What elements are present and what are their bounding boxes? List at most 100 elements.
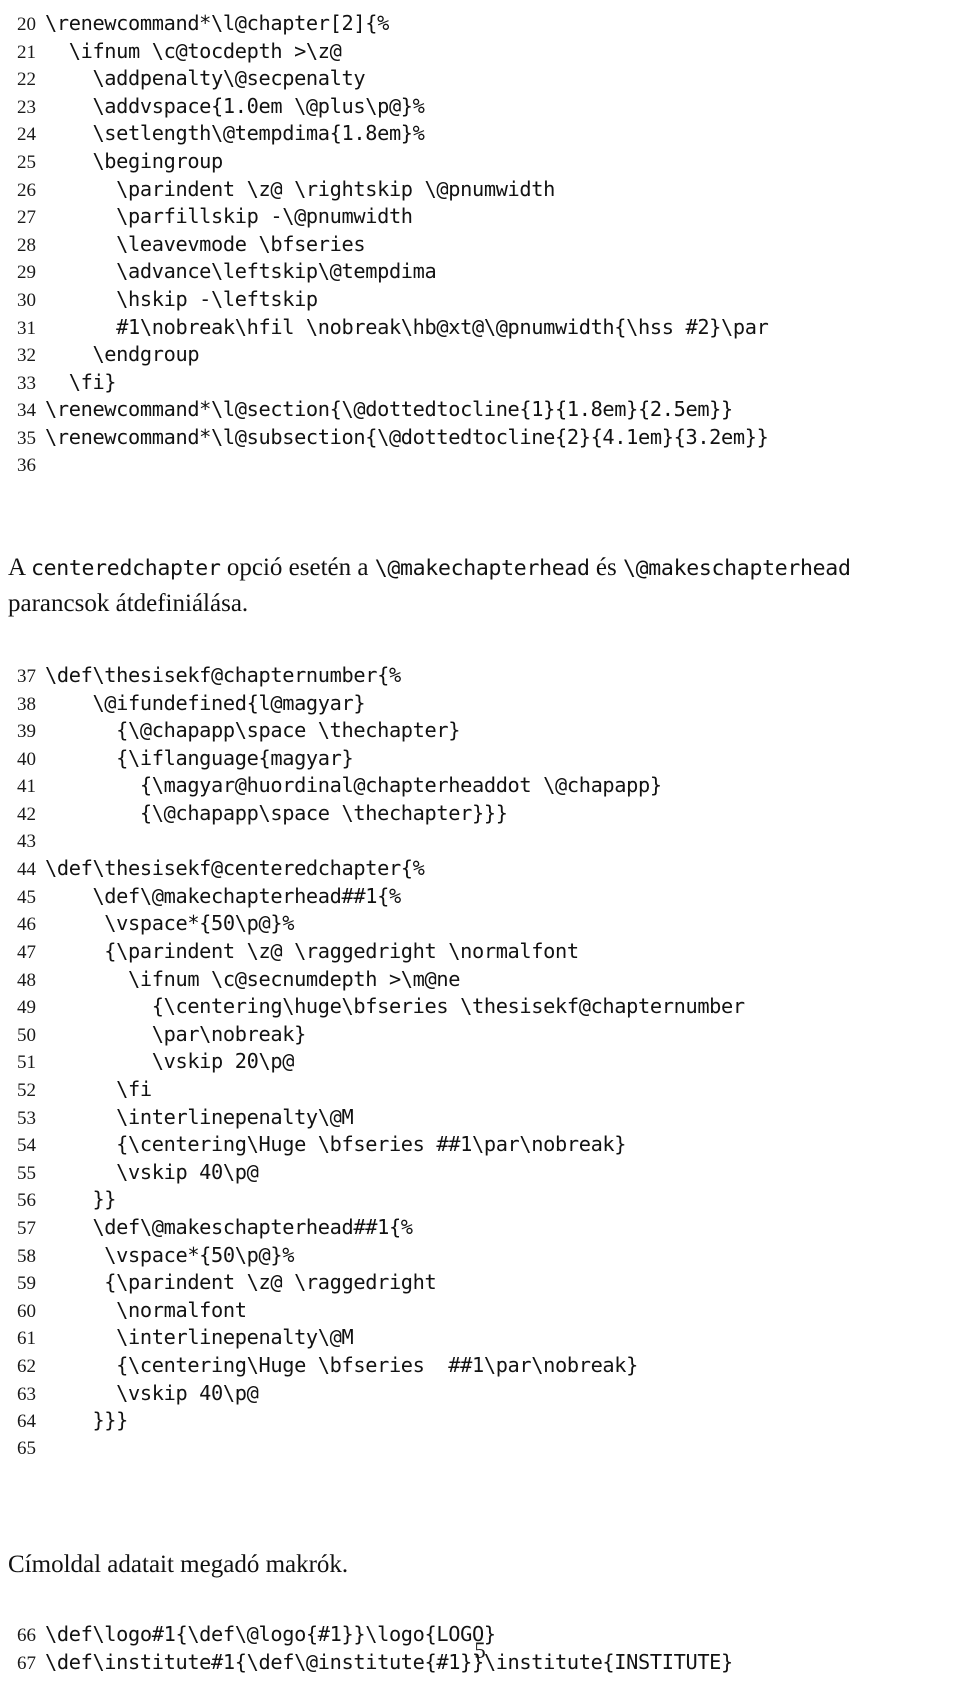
code-line-number: 59 <box>17 1273 36 1295</box>
code-line: 49 {\centering\huge\bfseries \thesisekf@… <box>8 993 952 1021</box>
code-line-number: 54 <box>17 1135 36 1157</box>
code-line-number: 44 <box>17 859 36 881</box>
code-line-number: 20 <box>17 14 36 35</box>
code-line-number: 57 <box>17 1217 36 1239</box>
code-line-number: 30 <box>17 289 36 311</box>
code-line-text: \vskip 40\p@ <box>45 1380 259 1405</box>
code-line: 38 \@ifundefined{l@magyar} <box>8 690 952 718</box>
code-line: 29 \advance\leftskip\@tempdima <box>8 258 952 286</box>
code-line-number: 61 <box>17 1328 36 1350</box>
code-line-text: \addvspace{1.0em \@plus\p@}% <box>45 93 425 118</box>
code-line: 64 }}} <box>8 1407 952 1435</box>
code-line: 20 \renewcommand*\l@chapter[2]{% <box>8 10 952 38</box>
code-line: 42 {\@chapapp\space \thechapter}}} <box>8 800 952 828</box>
code-line: 59 {\parindent \z@ \raggedright <box>8 1269 952 1297</box>
code-line-number: 28 <box>17 234 36 256</box>
code-listing-one: 20 \renewcommand*\l@chapter[2]{% 21 \ifnum… <box>8 10 952 479</box>
code-line-number: 55 <box>17 1162 36 1184</box>
code-line: 39 {\@chapapp\space \thechapter} <box>8 717 952 745</box>
prose-text: opció esetén a <box>220 554 375 582</box>
code-line-number: 26 <box>17 179 36 201</box>
code-line: 45 \def\@makechapterhead##1{% <box>8 883 952 911</box>
code-line-number: 40 <box>17 748 36 770</box>
code-line-text: }} <box>45 1187 117 1212</box>
code-line-number: 29 <box>17 262 36 284</box>
code-line-text: \vskip 20\p@ <box>45 1049 295 1074</box>
code-line: 27 \parfillskip -\@pnumwidth <box>8 203 952 231</box>
code-line-text: {\parindent \z@ \raggedright <box>45 1270 437 1295</box>
code-line: 23 \addvspace{1.0em \@plus\p@}% <box>8 93 952 121</box>
code-line: 61 \interlinepenalty\@M <box>8 1324 952 1352</box>
code-line: 26 \parindent \z@ \rightskip \@pnumwidth <box>8 176 952 204</box>
code-line-text: \endgroup <box>45 342 200 367</box>
code-line-number: 36 <box>17 454 36 476</box>
code-line-text: \def\thesisekf@chapternumber{% <box>45 663 401 688</box>
code-line-number: 47 <box>17 942 36 964</box>
code-line-text: {\centering\huge\bfseries \thesisekf@cha… <box>45 994 745 1019</box>
code-line-number: 31 <box>17 317 36 339</box>
prose-paragraph-one: A centeredchapter opció esetén a \@makec… <box>8 550 952 621</box>
code-line: 25 \begingroup <box>8 148 952 176</box>
code-line-number: 65 <box>17 1437 36 1459</box>
prose-code-term: \@makeschapterhead <box>623 556 851 582</box>
code-line-number: 60 <box>17 1300 36 1322</box>
code-line: 63 \vskip 40\p@ <box>8 1380 952 1408</box>
prose-paragraph-two: Címoldal adatait megadó makrók. <box>8 1551 349 1579</box>
prose-text: A <box>8 554 31 582</box>
code-line-text: \renewcommand*\l@section{\@dottedtocline… <box>45 397 733 422</box>
document-page: 20 \renewcommand*\l@chapter[2]{% 21 \ifnum… <box>0 0 960 1686</box>
code-line-number: 35 <box>17 427 36 449</box>
code-line: 54 {\centering\Huge \bfseries ##1\par\no… <box>8 1131 952 1159</box>
code-line: 32 \endgroup <box>8 341 952 369</box>
code-line-text: \vskip 40\p@ <box>45 1159 259 1184</box>
page-number: 5 <box>474 1638 486 1663</box>
code-line-text: \begingroup <box>45 148 223 173</box>
code-line-text: \addpenalty\@secpenalty <box>45 66 366 91</box>
code-line: 30 \hskip -\leftskip <box>8 286 952 314</box>
code-line: 24 \setlength\@tempdima{1.8em}% <box>8 120 952 148</box>
code-line-number: 38 <box>17 693 36 715</box>
code-line: 51 \vskip 20\p@ <box>8 1048 952 1076</box>
code-line-number: 56 <box>17 1190 36 1212</box>
code-line-text: {\@chapapp\space \thechapter} <box>45 718 461 743</box>
code-line-number: 39 <box>17 721 36 743</box>
code-line: 37 \def\thesisekf@chapternumber{% <box>8 662 952 690</box>
code-line: 65 <box>8 1435 952 1463</box>
code-line-text: \renewcommand*\l@chapter[2]{% <box>45 11 389 35</box>
code-line-text: {\iflanguage{magyar} <box>45 745 354 770</box>
code-line: 57 \def\@makeschapterhead##1{% <box>8 1214 952 1242</box>
page-content: 20 \renewcommand*\l@chapter[2]{% 21 \ifnum… <box>8 10 952 1677</box>
code-line-number: 49 <box>17 997 36 1019</box>
code-line-number: 24 <box>17 124 36 146</box>
code-line-number: 51 <box>17 1052 36 1074</box>
code-line: 52 \fi <box>8 1076 952 1104</box>
code-line: 58 \vspace*{50\p@}% <box>8 1242 952 1270</box>
code-line-text: \parindent \z@ \rightskip \@pnumwidth <box>45 176 555 201</box>
code-line-text: \def\@makechapterhead##1{% <box>45 883 401 908</box>
code-line-text: \def\thesisekf@centeredchapter{% <box>45 856 425 881</box>
code-line: 62 {\centering\Huge \bfseries ##1\par\no… <box>8 1352 952 1380</box>
code-line: 22 \addpenalty\@secpenalty <box>8 65 952 93</box>
code-line-number: 52 <box>17 1080 36 1101</box>
code-line-number: 32 <box>17 345 36 367</box>
code-line-number: 23 <box>17 96 36 118</box>
code-line: 56 }} <box>8 1186 952 1214</box>
code-line-number: 34 <box>17 400 36 422</box>
code-line-text: \fi <box>45 1077 152 1101</box>
code-line: 36 <box>8 452 952 480</box>
code-line-number: 25 <box>17 151 36 173</box>
prose-code-term: centeredchapter <box>30 556 221 582</box>
code-line-text: \vspace*{50\p@}% <box>45 1242 295 1267</box>
code-line-text: {\centering\Huge \bfseries ##1\par\nobre… <box>45 1132 627 1157</box>
code-line: 34 \renewcommand*\l@section{\@dottedtocli… <box>8 396 952 424</box>
code-line: 55 \vskip 40\p@ <box>8 1159 952 1187</box>
code-line-text: \renewcommand*\l@subsection{\@dottedtocl… <box>45 424 769 449</box>
code-listing-two: 37 \def\thesisekf@chapternumber{% 38 \@ifu… <box>8 662 952 1462</box>
code-line-number: 62 <box>17 1355 36 1377</box>
code-line: 43 <box>8 828 952 856</box>
code-line: 46 \vspace*{50\p@}% <box>8 910 952 938</box>
